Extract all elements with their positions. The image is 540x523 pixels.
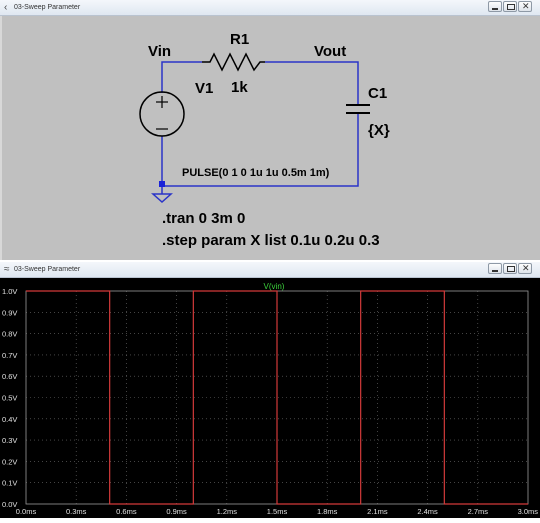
x-tick-label: 2.7ms bbox=[468, 507, 489, 516]
y-tick-label: 0.9V bbox=[2, 308, 17, 317]
x-tick-label: 1.8ms bbox=[317, 507, 338, 516]
x-tick-label: 0.9ms bbox=[166, 507, 187, 516]
x-tick-label: 2.4ms bbox=[417, 507, 438, 516]
schematic-window: ‹ 03-Sweep Parameter ✕ Vin R1 1k Vout V1… bbox=[0, 0, 540, 261]
schematic-titlebar[interactable]: ‹ 03-Sweep Parameter ✕ bbox=[0, 0, 540, 16]
minimize-icon bbox=[492, 8, 498, 10]
plot-minimize-button[interactable] bbox=[488, 263, 502, 274]
plot-canvas[interactable]: 0.0V 0.1V 0.2V 0.3V 0.4V 0.5V 0.6V 0.7V 0.8V 0.9V… bbox=[0, 278, 540, 518]
label-vin[interactable]: Vin bbox=[148, 43, 171, 60]
waveform-plot[interactable]: 0.0V0.1V0.2V0.3V0.4V0.5V0.6V0.7V0.8V0.9V… bbox=[0, 278, 540, 518]
x-tick-label: 1.2ms bbox=[217, 507, 238, 516]
plot-restore-button[interactable] bbox=[503, 263, 517, 274]
label-source-value[interactable]: PULSE(0 1 0 1u 1u 0.5m 1m) bbox=[182, 167, 330, 179]
label-vout[interactable]: Vout bbox=[314, 43, 346, 60]
plot-icon: ≈ bbox=[4, 264, 10, 275]
restore-icon bbox=[507, 266, 515, 272]
y-tick-label: 0.6V bbox=[2, 372, 17, 381]
label-c1-value[interactable]: {X} bbox=[368, 122, 390, 139]
plot-close-button[interactable]: ✕ bbox=[518, 263, 532, 274]
plot-titlebar[interactable]: ≈ 03-Sweep Parameter ✕ bbox=[0, 262, 540, 278]
y-tick-label: 0.1V bbox=[2, 479, 17, 488]
ground-node[interactable] bbox=[159, 181, 165, 187]
wire-vout[interactable] bbox=[265, 61, 359, 104]
restore-button[interactable] bbox=[503, 1, 517, 12]
ground-symbol-icon[interactable] bbox=[151, 193, 173, 204]
label-v1-name[interactable]: V1 bbox=[195, 80, 213, 97]
minimize-icon bbox=[492, 270, 498, 272]
schematic-icon: ‹ bbox=[4, 2, 8, 13]
trace-label[interactable]: V(vin) bbox=[264, 282, 285, 291]
resistor-r1[interactable] bbox=[202, 52, 265, 72]
y-tick-label: 0.2V bbox=[2, 457, 17, 466]
x-tick-label: 2.1ms bbox=[367, 507, 388, 516]
schematic-canvas[interactable]: Vin R1 1k Vout V1 C1 {X} PULSE(0 1 0 1u … bbox=[0, 16, 540, 260]
y-tick-label: 0.3V bbox=[2, 436, 17, 445]
x-tick-label: 0.3ms bbox=[66, 507, 87, 516]
x-tick-label: 0.0ms bbox=[16, 507, 37, 516]
close-icon: ✕ bbox=[522, 1, 530, 11]
close-icon: ✕ bbox=[522, 263, 530, 273]
y-tick-label: 1.0V bbox=[2, 287, 17, 296]
directive-step[interactable]: .step param X list 0.1u 0.2u 0.3 bbox=[162, 232, 380, 249]
y-tick-label: 0.7V bbox=[2, 351, 17, 360]
y-tick-label: 0.5V bbox=[2, 394, 17, 403]
x-tick-label: 3.0ms bbox=[518, 507, 539, 516]
schematic-title: 03-Sweep Parameter bbox=[14, 4, 81, 11]
directive-tran[interactable]: .tran 0 3m 0 bbox=[162, 210, 245, 227]
minimize-button[interactable] bbox=[488, 1, 502, 12]
restore-icon bbox=[507, 4, 515, 10]
label-c1-name[interactable]: C1 bbox=[368, 85, 387, 102]
y-tick-label: 0.4V bbox=[2, 415, 17, 424]
schematic-drawing: Vin R1 1k Vout V1 C1 {X} PULSE(0 1 0 1u … bbox=[139, 31, 390, 249]
plot-title: 03-Sweep Parameter bbox=[14, 266, 81, 273]
close-button[interactable]: ✕ bbox=[518, 1, 532, 12]
plot-window: ≈ 03-Sweep Parameter ✕ 0.0V 0.1V 0.2V 0.3V 0… bbox=[0, 262, 540, 518]
label-r1-name[interactable]: R1 bbox=[230, 31, 249, 48]
label-r1-value[interactable]: 1k bbox=[231, 79, 248, 96]
series-line-vin[interactable] bbox=[26, 290, 528, 505]
y-tick-label: 0.8V bbox=[2, 330, 17, 339]
x-tick-label: 1.5ms bbox=[267, 507, 288, 516]
x-tick-label: 0.6ms bbox=[116, 507, 137, 516]
